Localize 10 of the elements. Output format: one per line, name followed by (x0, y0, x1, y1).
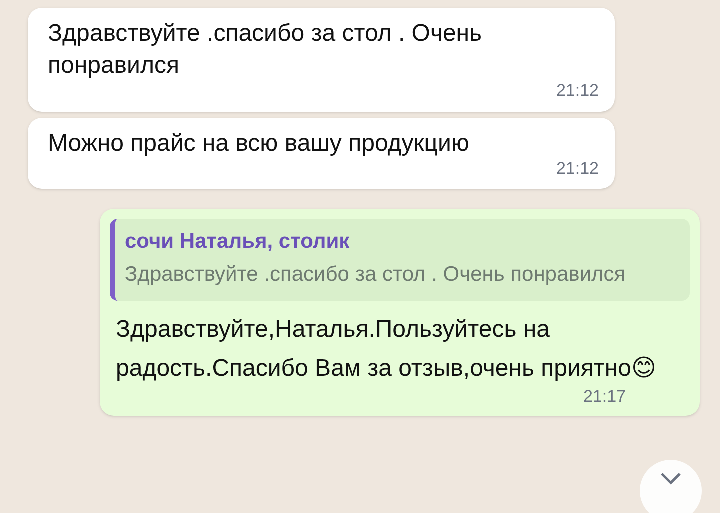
quote-text: Здравствуйте .спасибо за стол . Очень понравился (125, 262, 627, 288)
message-text: Здравствуйте .спасибо за стол . Очень понравился (48, 19, 484, 81)
quote-author: сочи Наталья, столик (125, 229, 351, 255)
chevron-down-icon (660, 472, 682, 486)
scroll-down-button[interactable] (640, 460, 702, 513)
message-text: Можно прайс на всю вашу продукцию (48, 128, 470, 158)
message-time: 21:12 (556, 158, 599, 180)
message-time: 21:12 (556, 80, 599, 102)
message-time: 21:17 (583, 386, 626, 408)
message-text: Здравствуйте,Наталья.Пользуйтесь на радость.Спасибо Вам за отзыв,очень приятно😊 (115, 315, 658, 384)
